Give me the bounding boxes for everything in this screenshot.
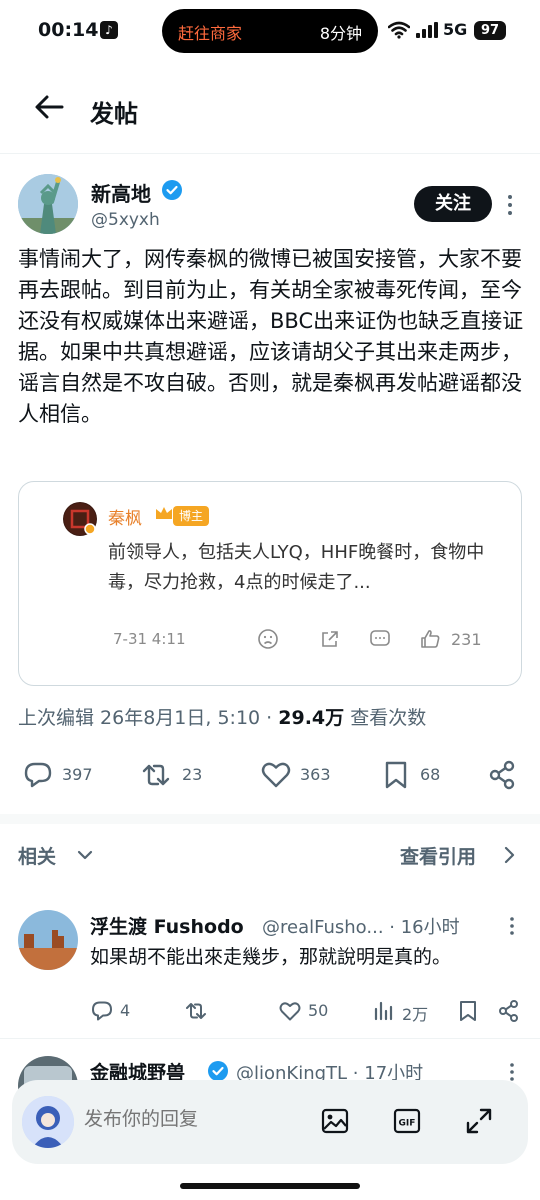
arrow-left-icon[interactable]	[34, 94, 64, 120]
image-icon[interactable]	[320, 1106, 350, 1136]
avatar[interactable]	[18, 174, 78, 234]
signal-icon	[416, 22, 438, 38]
more-options-icon[interactable]	[503, 194, 517, 216]
more-options-icon[interactable]	[506, 1062, 518, 1082]
comment-icon	[370, 630, 390, 646]
reply-item[interactable]: 浮生渡 Fushodo @realFusho... · 16小时 如果胡不能出來…	[0, 910, 540, 1030]
status-time: 00:14	[38, 19, 99, 41]
view-count: 29.4万	[278, 707, 345, 729]
post-meta: 上次编辑 26年8月1日, 5:10 · 29.4万 查看次数	[18, 703, 426, 730]
reply-count: 397	[62, 765, 93, 784]
repost-icon[interactable]	[140, 759, 172, 791]
quote-author: 秦枫	[108, 509, 142, 529]
reply-author-handle[interactable]: @realFusho... · 16小时	[262, 913, 460, 939]
divider	[0, 1038, 540, 1039]
chevron-down-icon[interactable]	[76, 846, 94, 864]
status-bar: 00:14 ♪ 赶往商家 8分钟 5G 97	[0, 0, 540, 62]
app-header: 发帖	[0, 62, 540, 154]
more-options-icon[interactable]	[506, 916, 518, 936]
reply-composer: GIF	[12, 1080, 528, 1164]
quote-text: 前领导人，包括夫人LYQ，HHF晚餐时，食物中毒，尽力抢救，4点的时候走了...	[108, 542, 485, 593]
post-text: 事情闹大了，网传秦枫的微博已被国安接管，大家不要再去跟帖。到目前为止，有关胡全家…	[18, 247, 524, 426]
quote-avatar	[63, 502, 97, 536]
tiktok-icon: ♪	[100, 21, 118, 39]
reply-view-count: 2万	[402, 1005, 429, 1024]
reply-like-count: 50	[308, 1001, 329, 1020]
quote-like-count: 231	[451, 630, 482, 649]
author-handle[interactable]: @5xyxh	[91, 210, 160, 230]
quoted-image-card[interactable]: 秦枫 博主 前领导人，包括夫人LYQ，HHF晚餐时，食物中毒，尽力抢救，4点的时…	[18, 481, 522, 686]
related-row: 相关 查看引用	[0, 834, 540, 874]
island-eta: 8分钟	[319, 24, 362, 43]
like-heart-icon[interactable]	[278, 999, 302, 1023]
gif-icon[interactable]: GIF	[392, 1106, 422, 1136]
post-action-bar: 397 23 363 68	[0, 751, 540, 801]
share-icon[interactable]	[486, 759, 518, 791]
verified-badge-icon	[162, 180, 182, 200]
share-icon	[322, 631, 338, 647]
network-label: 5G	[443, 20, 468, 39]
bookmark-icon[interactable]	[380, 759, 412, 791]
page-title: 发帖	[90, 100, 138, 128]
reply-text: 如果胡不能出來走幾步，那就說明是真的。	[90, 946, 452, 968]
like-heart-icon[interactable]	[260, 759, 292, 791]
dynamic-island[interactable]: 赶往商家 8分钟	[162, 9, 378, 53]
thumbs-up-icon	[421, 630, 440, 648]
chevron-right-icon[interactable]	[500, 844, 518, 866]
reply-icon[interactable]	[90, 999, 114, 1023]
follow-button[interactable]: 关注	[414, 186, 492, 222]
reply-reply-count: 4	[120, 1001, 131, 1020]
island-activity-label: 赶往商家	[178, 24, 243, 43]
wifi-icon	[388, 21, 410, 39]
repost-icon[interactable]	[184, 999, 208, 1023]
views-label: 查看次数	[344, 707, 427, 729]
home-indicator[interactable]	[180, 1183, 360, 1189]
anime-avatar	[22, 1096, 74, 1148]
bookmark-count: 68	[420, 765, 441, 784]
view-quotes-link[interactable]: 查看引用	[400, 842, 476, 869]
related-dropdown[interactable]: 相关	[18, 842, 56, 869]
reply-author-name[interactable]: 浮生渡 Fushodo	[90, 912, 244, 939]
share-icon[interactable]	[497, 999, 521, 1023]
crown-icon	[156, 507, 172, 519]
svg-text:GIF: GIF	[399, 1119, 416, 1129]
verified-badge-icon	[208, 1061, 228, 1081]
like-count: 363	[300, 765, 331, 784]
sad-face-icon	[258, 629, 278, 649]
repost-count: 23	[182, 765, 203, 784]
analytics-icon[interactable]	[372, 999, 396, 1023]
reply-icon[interactable]	[22, 759, 54, 791]
statue-of-liberty-avatar	[18, 174, 78, 234]
blogger-badge: 博主	[173, 506, 210, 526]
edit-timestamp: 上次编辑 26年8月1日, 5:10 ·	[18, 707, 279, 729]
bookmark-icon[interactable]	[456, 999, 480, 1023]
author-name[interactable]: 新高地	[91, 178, 151, 207]
quote-date: 7-31 4:11	[113, 630, 186, 648]
expand-icon[interactable]	[464, 1106, 494, 1136]
section-separator	[0, 814, 540, 824]
avatar[interactable]	[18, 910, 78, 970]
battery-indicator: 97	[474, 21, 506, 40]
avatar[interactable]	[22, 1096, 74, 1148]
reply-input[interactable]	[84, 1109, 329, 1131]
desert-landscape-avatar	[18, 910, 78, 970]
